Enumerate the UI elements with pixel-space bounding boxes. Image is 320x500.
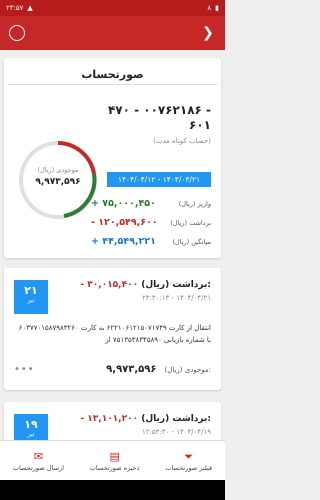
wifi-icon: ▲: [27, 4, 33, 12]
transaction-header: - ۳۰,۰۱۵,۴۰۰ برداشت (ریال): ۲۳:۳۰:۱۳ - ۱…: [51, 280, 211, 302]
account-type: (حساب کوتاه مدت): [153, 137, 211, 145]
transaction-amount: - ۱۳,۱۰۱,۲۰۰: [80, 414, 139, 424]
nav-filter-statement[interactable]: ⏷ فیلتر صورتحساب: [165, 450, 212, 472]
more-options-icon[interactable]: •••: [14, 364, 35, 375]
account-info: ۴۷۰ - ۰۰۷۶۲۱۸۶ - ۶۰۱ (حساب کوتاه مدت): [101, 103, 211, 145]
transaction-card[interactable]: ۲۱ تیر - ۳۰,۰۱۵,۴۰۰ برداشت (ریال): ۲۳:۳۰…: [4, 268, 221, 390]
account-summary-card: صورتحساب ۴۷۰ - ۰۰۷۶۲۱۸۶ - ۶۰۱ (حساب کوتا…: [4, 58, 221, 258]
transaction-amount: - ۳۰,۰۱۵,۴۰۰: [80, 280, 139, 290]
transaction-month: تیر: [27, 297, 35, 304]
stat-deposit-label: واریز (ریال): [178, 199, 211, 208]
transaction-balance-label: موجودی (ریال):: [164, 365, 212, 374]
filter-icon: ⏷: [184, 449, 194, 463]
save-icon: ▤: [109, 449, 120, 463]
system-nav-bar: [0, 480, 225, 500]
status-bar: ۲۳:۵۷ ▲ ۸ ▮: [0, 0, 225, 16]
back-icon[interactable]: ❯: [199, 24, 217, 42]
page-title: صورتحساب: [81, 68, 144, 81]
transaction-month: تیر: [27, 431, 35, 438]
stat-withdraw-value: - ۱۲۰,۵۴۹,۶۰۰: [91, 217, 158, 228]
profile-icon[interactable]: [8, 24, 26, 42]
stat-average: + ۴۴,۵۴۹,۲۲۱ میانگین (ریال): [91, 236, 211, 247]
app-bar: ❯: [0, 16, 225, 50]
nav-send-statement[interactable]: ✉ ارسال صورتحساب: [13, 450, 64, 472]
account-number: ۴۷۰ - ۰۰۷۶۲۱۸۶ - ۶۰۱: [107, 103, 211, 132]
balance-value: ۹,۹۷۳,۵۹۶: [35, 177, 81, 187]
transaction-time: ۱۲:۵۳:۳۰ - ۱۴۰۴/۰۴/۱۹: [141, 428, 211, 436]
stat-withdraw: - ۱۲۰,۵۴۹,۶۰۰ برداشت (ریال): [91, 217, 211, 228]
nav-send-label: ارسال صورتحساب: [12, 463, 64, 472]
divider: [8, 84, 217, 85]
nav-save-statement[interactable]: ▤ ذخیره صورتحساب: [90, 450, 140, 472]
transaction-balance: ۹,۹۷۳,۵۹۶: [106, 364, 157, 375]
balance-label: موجودی (ریال): [37, 166, 79, 174]
stat-average-value: + ۴۴,۵۴۹,۲۲۱: [91, 236, 156, 247]
transaction-day: ۲۱: [24, 284, 38, 297]
balance-donut: موجودی (ریال) ۹,۹۷۳,۵۹۶: [16, 138, 100, 222]
date-range-badge[interactable]: ۱۴۰۴/۰۴/۱۲ - ۱۴۰۴/۰۴/۲۱: [107, 172, 211, 187]
battery-percent: ۸: [207, 4, 212, 12]
transaction-day: ۱۹: [24, 418, 38, 431]
bottom-nav: ✉ ارسال صورتحساب ▤ ذخیره صورتحساب ⏷ فیلت…: [0, 440, 225, 480]
transaction-amount-label: برداشت (ریال):: [141, 414, 211, 424]
transaction-footer: ••• ۹,۹۷۳,۵۹۶ موجودی (ریال):: [14, 364, 211, 375]
stat-withdraw-label: برداشت (ریال): [170, 218, 211, 227]
transaction-amount-label: برداشت (ریال):: [141, 280, 211, 290]
transaction-description: انتقال از کارت ۶۲۲۱۰۶۱۲۱۵۰۷۱۷۴۹ به کارت …: [18, 324, 211, 344]
nav-filter-label: فیلتر صورتحساب: [165, 463, 213, 472]
stat-deposit: + ۷۵,۰۰۰,۴۵۰ واریز (ریال): [91, 198, 211, 209]
mail-icon: ✉: [33, 449, 44, 463]
nav-save-label: ذخیره صورتحساب: [89, 463, 140, 472]
stat-average-label: میانگین (ریال): [172, 237, 211, 246]
transaction-header: - ۱۳,۱۰۱,۲۰۰ برداشت (ریال): ۱۲:۵۳:۳۰ - ۱…: [51, 414, 211, 436]
battery-icon: ▮: [215, 4, 219, 12]
status-time: ۲۳:۵۷: [6, 4, 24, 12]
stat-deposit-value: + ۷۵,۰۰۰,۴۵۰: [91, 198, 156, 209]
transaction-date-box: ۲۱ تیر: [14, 280, 48, 314]
transaction-time: ۲۳:۳۰:۱۳ - ۱۴۰۴/۰۴/۲۱: [141, 294, 211, 302]
